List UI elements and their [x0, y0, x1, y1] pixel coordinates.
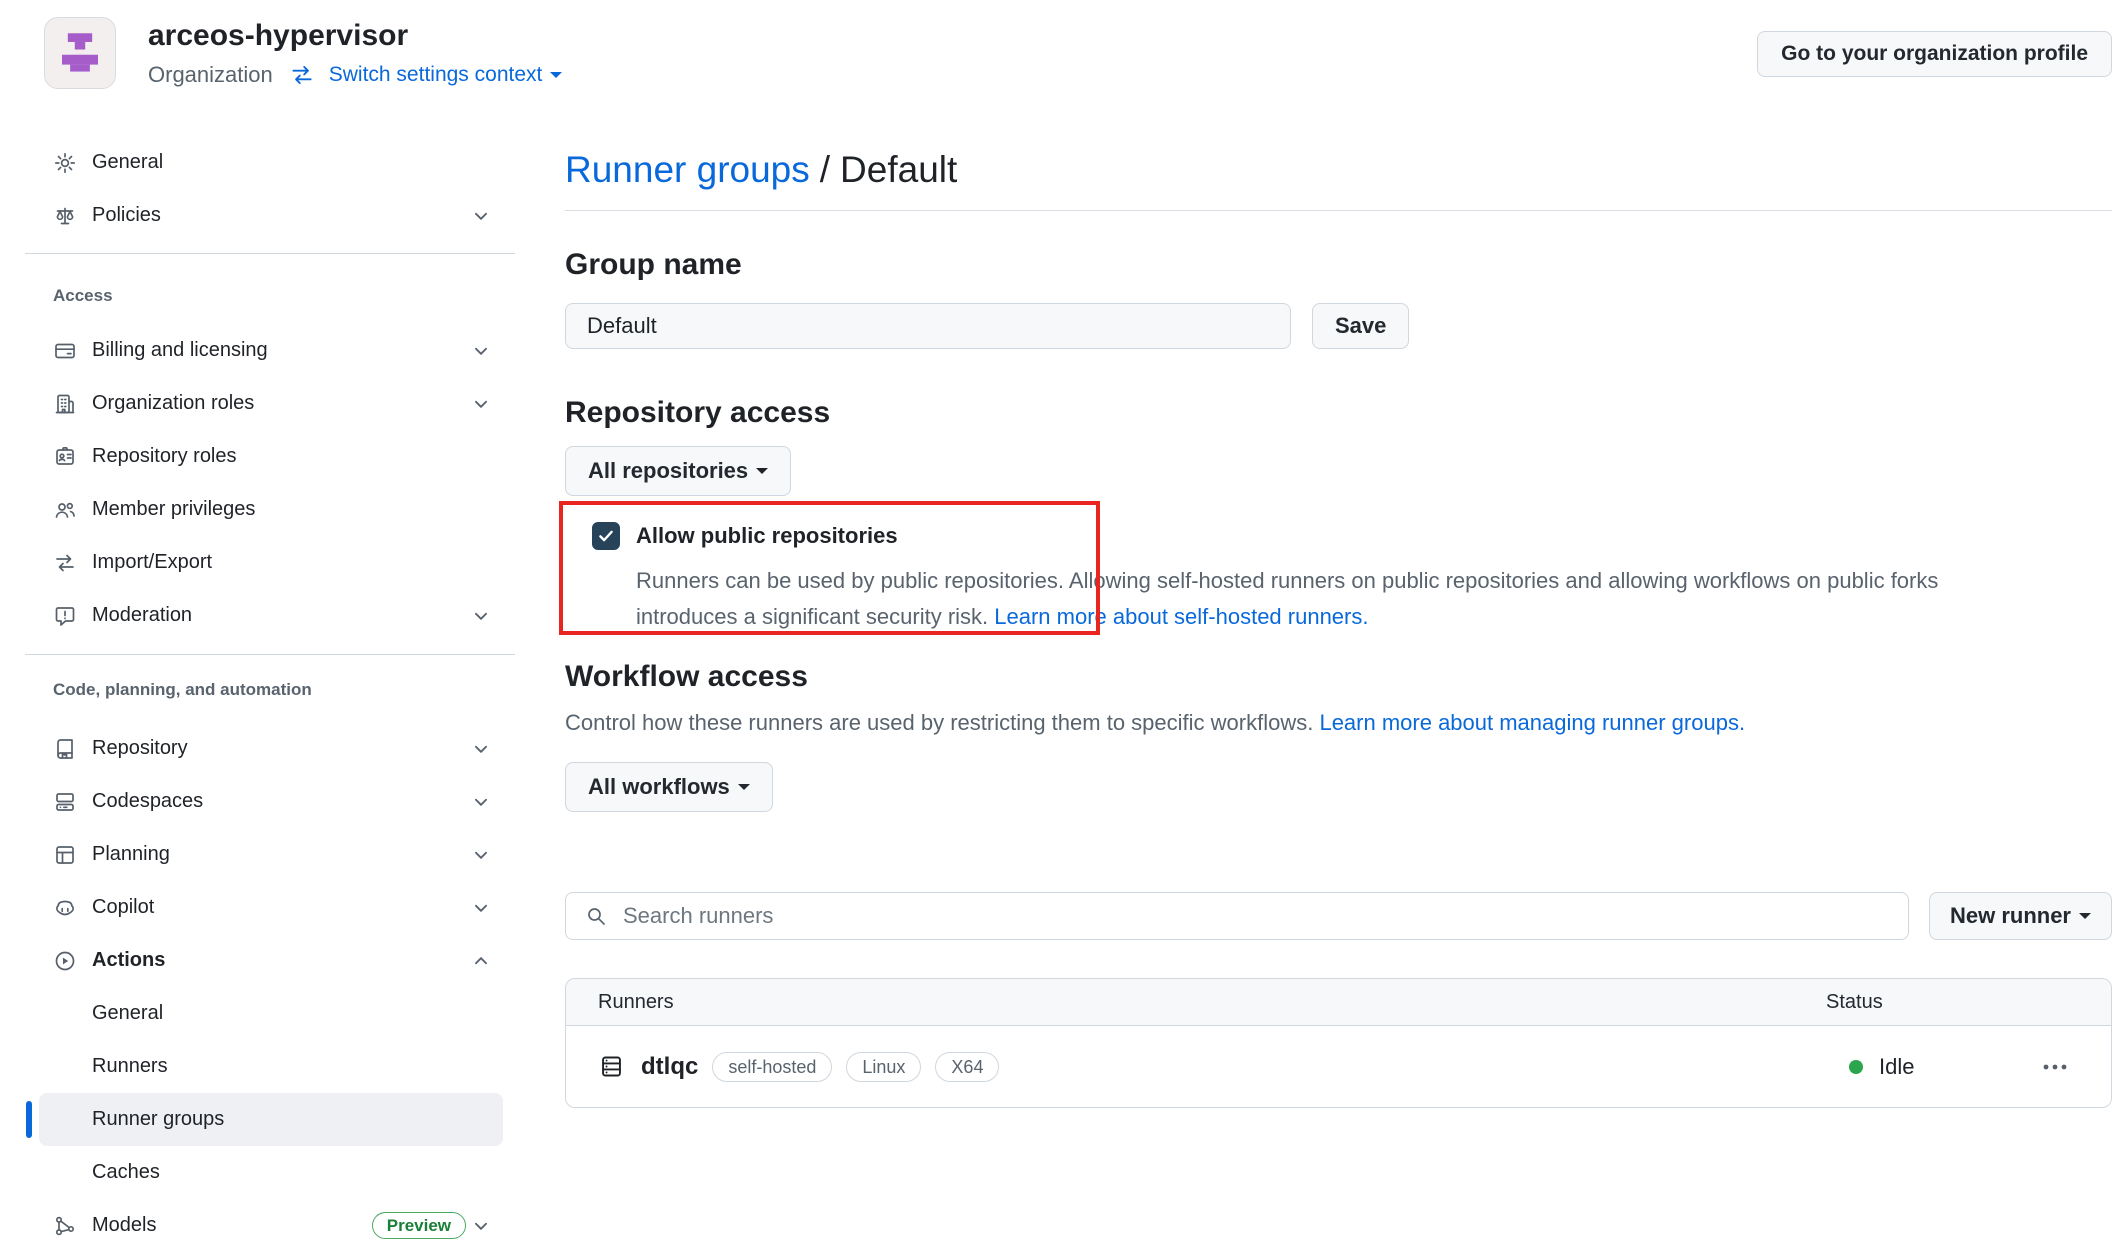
sidebar-item-policies[interactable]: Policies — [39, 189, 503, 242]
arrow-switch-icon — [289, 62, 315, 88]
org-avatar — [44, 17, 116, 89]
workflow-icon — [53, 1214, 77, 1238]
organization-icon — [53, 392, 77, 416]
org-type-label: Organization — [148, 62, 273, 88]
allow-public-repositories-checkbox[interactable] — [592, 522, 620, 550]
runner-groups-breadcrumb-link[interactable]: Runner groups — [565, 149, 810, 190]
sidebar-item-general[interactable]: General — [39, 136, 503, 189]
chevron-down-icon — [472, 846, 490, 864]
chevron-down-icon — [472, 793, 490, 811]
allow-public-repositories-description: Runners can be used by public repositori… — [636, 563, 2112, 635]
sidebar-item-moderation[interactable]: Moderation — [39, 589, 503, 642]
sidebar-item-planning[interactable]: Planning — [39, 828, 503, 881]
main-content: Runner groups/Default Group name Save Re… — [565, 0, 2112, 1108]
sidebar-item-actions-runners[interactable]: Runners — [39, 1040, 503, 1093]
chevron-down-icon — [472, 1217, 490, 1235]
play-icon — [53, 949, 77, 973]
sidebar-divider — [25, 654, 515, 655]
chevron-down-icon — [472, 740, 490, 758]
sidebar-item-actions-caches[interactable]: Caches — [39, 1146, 503, 1199]
sidebar-item-billing-and-licensing[interactable]: Billing and licensing — [39, 324, 503, 377]
learn-more-managing-runner-groups-link[interactable]: Learn more about managing runner groups. — [1319, 710, 1745, 735]
law-icon — [53, 204, 77, 228]
settings-sidebar: General Policies Access Billing and lice… — [0, 136, 515, 1252]
kebab-icon — [2041, 1062, 2069, 1072]
server-icon — [598, 1053, 625, 1080]
learn-more-self-hosted-runners-link[interactable]: Learn more about self-hosted runners. — [994, 604, 1368, 629]
chevron-down-icon — [472, 607, 490, 625]
check-icon — [597, 527, 615, 545]
sidebar-item-import-export[interactable]: Import/Export — [39, 536, 503, 589]
report-icon — [53, 604, 77, 628]
sidebar-section-access: Access — [53, 276, 515, 316]
arrow-switch-icon — [53, 551, 77, 575]
sidebar-item-actions-runner-groups[interactable]: Runner groups — [39, 1093, 503, 1146]
sidebar-item-repository[interactable]: Repository — [39, 722, 503, 775]
chevron-down-icon — [472, 899, 490, 917]
org-name: arceos-hypervisor — [148, 18, 408, 54]
runners-table-header: Runners Status — [566, 979, 2111, 1026]
sidebar-item-repository-roles[interactable]: Repository roles — [39, 430, 503, 483]
repo-icon — [53, 737, 77, 761]
runner-label-self-hosted: self-hosted — [712, 1052, 832, 1082]
people-icon — [53, 498, 77, 522]
all-workflows-dropdown[interactable]: All workflows — [565, 762, 773, 812]
all-repositories-dropdown[interactable]: All repositories — [565, 446, 791, 496]
preview-badge: Preview — [372, 1212, 466, 1239]
sidebar-divider — [25, 253, 515, 254]
runner-options-kebab-button[interactable] — [2035, 1056, 2075, 1078]
group-name-input[interactable] — [565, 303, 1291, 349]
new-runner-button[interactable]: New runner — [1929, 892, 2112, 940]
sidebar-item-actions[interactable]: Actions — [39, 934, 503, 987]
chevron-down-icon — [472, 342, 490, 360]
id-badge-icon — [53, 445, 77, 469]
workflow-access-description: Control how these runners are used by re… — [565, 709, 2112, 737]
allow-public-repositories-label[interactable]: Allow public repositories — [636, 523, 898, 549]
repository-access-heading: Repository access — [565, 395, 2112, 430]
breadcrumb-current: Default — [840, 149, 957, 190]
runner-row: dtlqc self-hosted Linux X64 Idle — [566, 1026, 2111, 1107]
runner-label-linux: Linux — [846, 1052, 921, 1082]
status-column-header: Status — [1826, 991, 1883, 1014]
sidebar-item-member-privileges[interactable]: Member privileges — [39, 483, 503, 536]
runners-table: Runners Status dtlqc self-hosted Linux X… — [565, 978, 2112, 1108]
chevron-down-icon — [472, 207, 490, 225]
chevron-up-icon — [472, 952, 490, 970]
switch-settings-context-link[interactable]: Switch settings context — [329, 63, 563, 87]
search-runners-input[interactable] — [565, 892, 1909, 940]
search-icon — [584, 904, 608, 928]
group-name-heading: Group name — [565, 247, 2112, 282]
chevron-down-icon — [550, 72, 562, 84]
chevron-down-icon — [2079, 913, 2091, 925]
arceos-logo-icon — [51, 24, 109, 82]
copilot-icon — [53, 896, 77, 920]
page-title: Runner groups/Default — [565, 148, 2112, 192]
status-dot-icon — [1849, 1060, 1863, 1074]
runner-status: Idle — [1849, 1054, 1914, 1080]
title-divider — [565, 210, 2112, 211]
sidebar-item-organization-roles[interactable]: Organization roles — [39, 377, 503, 430]
runner-label-x64: X64 — [935, 1052, 999, 1082]
workflow-access-heading: Workflow access — [565, 659, 2112, 694]
save-button[interactable]: Save — [1312, 303, 1409, 349]
sidebar-item-models[interactable]: Models Preview — [39, 1199, 503, 1252]
breadcrumb-separator: / — [820, 149, 830, 190]
table-icon — [53, 843, 77, 867]
gear-icon — [53, 151, 77, 175]
codespaces-icon — [53, 790, 77, 814]
chevron-down-icon — [738, 784, 750, 796]
chevron-down-icon — [472, 395, 490, 413]
runner-name: dtlqc — [641, 1053, 698, 1081]
sidebar-section-code-planning-automation: Code, planning, and automation — [53, 670, 515, 710]
sidebar-item-copilot[interactable]: Copilot — [39, 881, 503, 934]
sidebar-item-actions-general[interactable]: General — [39, 987, 503, 1040]
chevron-down-icon — [756, 468, 768, 480]
credit-card-icon — [53, 339, 77, 363]
runners-column-header: Runners — [598, 991, 674, 1014]
sidebar-item-codespaces[interactable]: Codespaces — [39, 775, 503, 828]
